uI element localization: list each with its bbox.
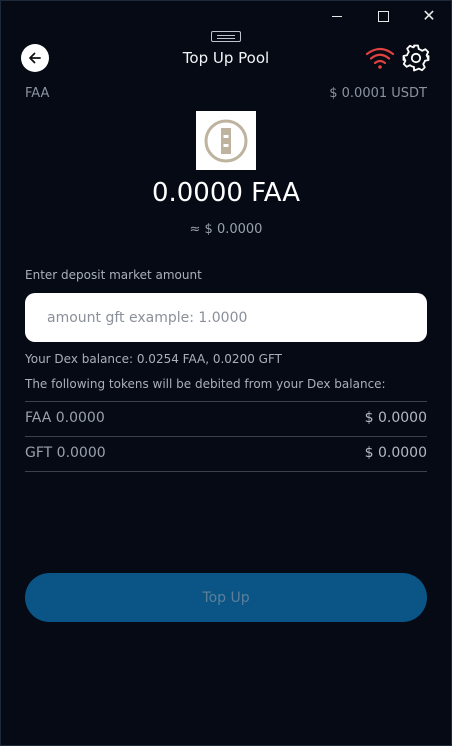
divider [25, 436, 427, 437]
deposit-amount-input[interactable] [25, 293, 427, 342]
debit-row-value: $ 0.0000 [364, 445, 427, 461]
close-button[interactable]: ✕ [406, 0, 452, 32]
close-icon: ✕ [422, 6, 436, 25]
minimize-icon [332, 15, 342, 17]
debit-row-faa: FAA 0.0000 $ 0.0000 [25, 410, 427, 430]
token-logo [196, 111, 256, 170]
deposit-amount-display: 0.0000 FAA [151, 178, 301, 208]
minimize-button[interactable] [314, 0, 360, 32]
drag-handle-icon[interactable] [211, 31, 241, 42]
token-price: $ 0.0001 USDT [329, 86, 427, 101]
debit-row-label: GFT 0.0000 [25, 445, 106, 461]
gear-icon[interactable] [401, 43, 431, 73]
debit-row-gft: GFT 0.0000 $ 0.0000 [25, 445, 427, 465]
dex-balance-text: Your Dex balance: 0.0254 FAA, 0.0200 GFT [25, 352, 282, 366]
debit-row-value: $ 0.0000 [364, 410, 427, 426]
maximize-button[interactable] [360, 0, 406, 32]
window-titlebar: ✕ [0, 0, 452, 32]
divider [25, 471, 427, 472]
maximize-icon [377, 10, 389, 22]
token-symbol: FAA [25, 86, 50, 101]
debit-note-text: The following tokens will be debited fro… [25, 377, 386, 391]
usd-equivalent: ≈ $ 0.0000 [189, 222, 263, 237]
top-up-button[interactable]: Top Up [25, 573, 427, 622]
divider [25, 401, 427, 402]
token-price-row: FAA $ 0.0001 USDT [25, 86, 427, 104]
wifi-icon [365, 47, 395, 69]
debit-row-label: FAA 0.0000 [25, 410, 105, 426]
token-coin-icon [204, 119, 248, 162]
deposit-amount-label: Enter deposit market amount [25, 268, 202, 282]
